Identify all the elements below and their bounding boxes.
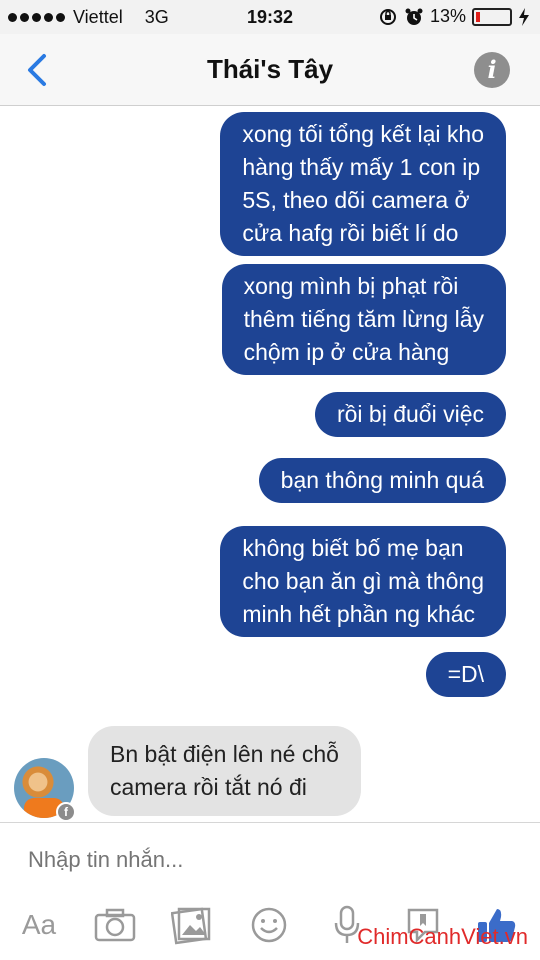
alarm-icon: [405, 8, 423, 25]
text-format-label: Aa: [21, 909, 57, 940]
message-text: Bn bật điện lên né chỗ camera rồi tắt nó…: [110, 741, 339, 800]
facebook-icon: f: [56, 802, 76, 822]
conversation-title: Thái's Tây: [206, 54, 334, 84]
info-button[interactable]: i: [474, 52, 510, 88]
camera-icon: [94, 908, 136, 942]
battery-icon: [472, 7, 512, 26]
charging-bolt-icon: [519, 7, 529, 26]
message-text: rồi bị đuổi việc: [336, 401, 484, 427]
message-bubble-outgoing: bạn thông minh quá: [258, 458, 506, 503]
status-bar: Viettel 3G 19:32 13%: [0, 0, 540, 34]
camera-button[interactable]: [92, 897, 138, 953]
photo-gallery-icon: [171, 907, 211, 945]
message-bubble-outgoing: xong tối tổng kết lại kho hàng thấy mấy …: [220, 112, 506, 256]
sticker-button[interactable]: [246, 897, 292, 953]
rotation-lock-icon: [379, 8, 396, 25]
battery-percent: 13%: [429, 6, 466, 26]
message-text: bạn thông minh quá: [280, 467, 484, 493]
message-bubble-outgoing: rồi bị đuổi việc: [314, 392, 506, 437]
status-right: 13%: [378, 6, 530, 27]
message-text: xong mình bị phạt rồi thêm tiếng tăm lừn…: [243, 273, 484, 365]
message-text: xong tối tổng kết lại kho hàng thấy mấy …: [242, 121, 484, 246]
info-icon: i: [487, 55, 497, 84]
message-bubble-outgoing: xong mình bị phạt rồi thêm tiếng tăm lừn…: [221, 264, 506, 375]
watermark: ChimCanhViet.vn: [357, 924, 528, 949]
message-bubble-incoming: Bn bật điện lên né chỗ camera rồi tắt nó…: [88, 726, 361, 816]
message-bubble-outgoing: =D\: [425, 652, 506, 697]
photo-button[interactable]: [168, 897, 214, 953]
message-input[interactable]: [28, 847, 498, 873]
smiley-icon: [251, 907, 287, 943]
conversation-header: Thái's Tây i: [0, 34, 540, 106]
message-bubble-outgoing: không biết bố mẹ bạn cho bạn ăn gì mà th…: [220, 526, 506, 637]
text-format-button[interactable]: Aa: [14, 897, 64, 953]
message-text: không biết bố mẹ bạn cho bạn ăn gì mà th…: [242, 535, 484, 627]
message-text: =D\: [447, 661, 484, 687]
message-thread[interactable]: xong tối tổng kết lại kho hàng thấy mấy …: [0, 106, 540, 822]
